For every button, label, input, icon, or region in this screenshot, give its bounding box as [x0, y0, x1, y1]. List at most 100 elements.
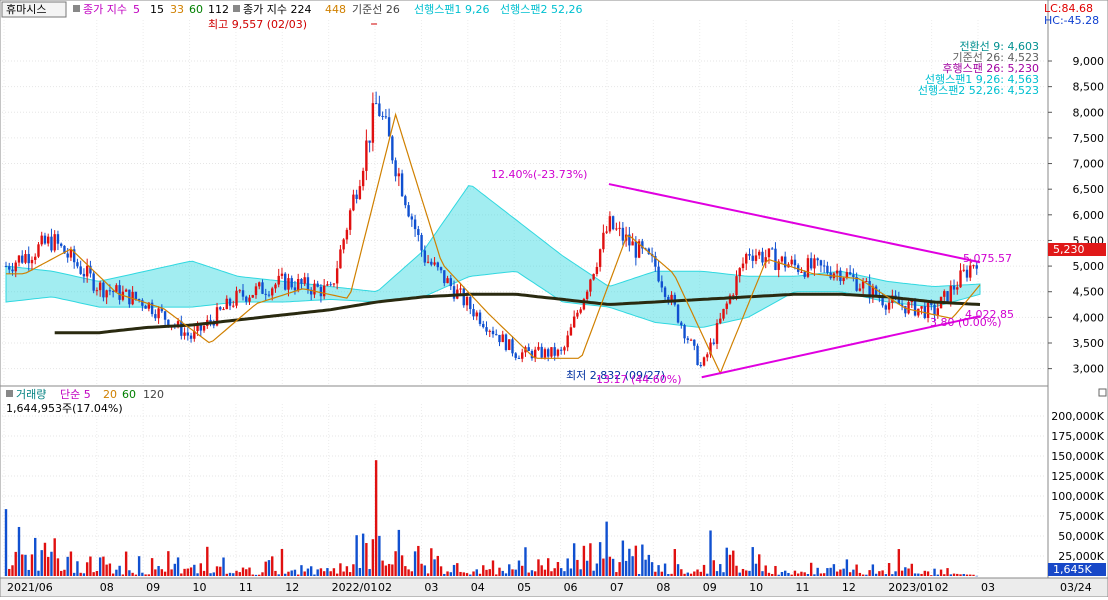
candle-body — [180, 321, 183, 336]
volume-bar — [426, 573, 430, 576]
volume-bar — [371, 539, 375, 576]
volume-bar — [975, 575, 978, 577]
candle-body — [761, 251, 764, 263]
volume-bar — [689, 573, 693, 576]
volume-bar — [400, 555, 404, 576]
candle-body — [199, 325, 202, 331]
x-axis-label: 2021/06 — [7, 581, 53, 594]
volume-bar — [939, 569, 943, 576]
volume-bar — [887, 563, 891, 576]
volume-bar — [865, 574, 868, 576]
volume-legend-toggle-icon[interactable] — [6, 390, 13, 397]
legend-toggle-icon[interactable] — [73, 5, 80, 12]
volume-bar — [534, 571, 537, 576]
candle-body — [433, 262, 436, 265]
candle-body — [511, 339, 514, 354]
price-tick-label: 8,000 — [1073, 106, 1105, 119]
candle-body — [975, 265, 978, 269]
candle-body — [806, 258, 810, 277]
volume-bar — [657, 565, 660, 576]
candle-body — [264, 293, 267, 295]
volume-pane-close-icon[interactable] — [1098, 388, 1107, 397]
volume-bar — [206, 546, 209, 576]
x-axis-label: 03 — [981, 581, 995, 594]
candle-body — [881, 298, 884, 306]
volume-bar — [63, 569, 66, 576]
candle-body — [693, 339, 696, 346]
legend-toggle-icon-2[interactable] — [233, 5, 240, 12]
volume-badge: 1,645K — [1053, 563, 1092, 576]
volume-bar — [475, 569, 478, 576]
x-axis-label: 08 — [656, 581, 670, 594]
candle-body — [767, 248, 771, 258]
price-tick-label: 6,500 — [1073, 183, 1105, 196]
volume-bar — [611, 558, 615, 576]
volume-bar — [637, 574, 641, 576]
volume-bar — [141, 572, 144, 576]
volume-bar — [271, 556, 274, 576]
candle-body — [232, 305, 235, 307]
volume-bar — [111, 573, 115, 576]
volume-bar — [300, 565, 303, 576]
volume-bar — [105, 564, 108, 576]
candle-body — [95, 290, 99, 292]
volume-bar — [443, 573, 446, 576]
candle-body — [361, 170, 365, 187]
volume-bar — [287, 571, 290, 576]
volume-bar — [855, 564, 858, 576]
volume-bar — [943, 574, 946, 576]
volume-bar — [219, 566, 222, 576]
candle-body — [358, 186, 362, 199]
volume-bar — [30, 554, 34, 576]
price-tick-label: 3,000 — [1073, 363, 1105, 376]
volume-bar — [527, 572, 530, 576]
volume-bar — [848, 572, 852, 576]
volume-bar — [284, 573, 287, 576]
volume-bar — [199, 563, 202, 576]
volume-bar — [387, 563, 391, 576]
x-axis-label: 06 — [564, 581, 578, 594]
volume-tick-label: 75,000K — [1058, 510, 1104, 523]
volume-bar — [193, 564, 196, 576]
volume-bar — [796, 573, 800, 576]
candle-body — [300, 279, 303, 284]
volume-bar — [225, 573, 228, 576]
volume-bar — [800, 571, 803, 576]
volume-bar — [579, 569, 582, 576]
volume-tick-label: 25,000K — [1058, 550, 1104, 563]
volume-bar — [910, 563, 914, 576]
x-axis-label: 05 — [517, 581, 531, 594]
volume-bar — [790, 574, 793, 576]
volume-bar — [53, 538, 56, 576]
candle-body — [53, 234, 56, 251]
volume-bar — [449, 572, 452, 576]
volume-bar — [459, 571, 462, 576]
volume-bar — [699, 571, 702, 576]
x-axis-label: 11 — [239, 581, 253, 594]
candle-body — [134, 291, 138, 300]
candle-body — [735, 276, 738, 296]
volume-bar — [212, 572, 215, 576]
x-axis-label: 10 — [749, 581, 763, 594]
volume-bar — [241, 567, 245, 576]
candle-body — [50, 236, 53, 251]
candle-body — [952, 285, 956, 290]
candle-body — [79, 266, 82, 274]
volume-bar — [154, 569, 157, 576]
volume-bar — [556, 562, 560, 576]
candle-body — [559, 349, 563, 351]
candle-body — [443, 270, 446, 284]
volume-bar — [537, 559, 540, 576]
volume-bar — [27, 569, 30, 576]
volume-bar — [326, 568, 329, 576]
candle-body — [537, 346, 540, 350]
candle-body — [816, 258, 819, 261]
candle-body — [884, 305, 888, 310]
candle-body — [917, 308, 920, 316]
candle-body — [933, 304, 936, 316]
candle-body — [887, 302, 891, 310]
volume-bar — [465, 573, 469, 576]
volume-bar — [839, 569, 842, 576]
candle-body — [969, 265, 972, 278]
volume-bar — [436, 555, 440, 576]
